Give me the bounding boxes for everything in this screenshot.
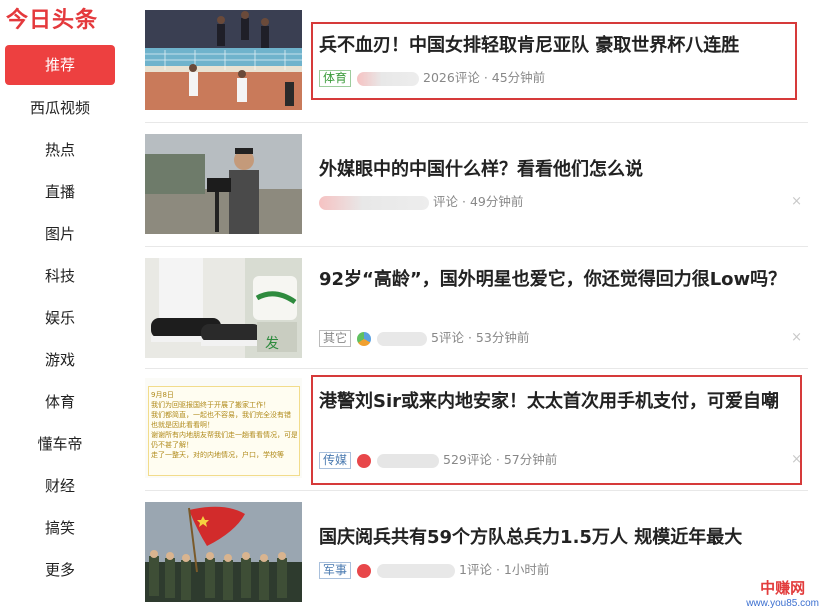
article-title[interactable]: 外媒眼中的中国什么样？看看他们怎么说	[319, 156, 804, 183]
chat-line: 我们为回驱报国终于开展了搬家工作！	[151, 401, 270, 409]
article-meta: 其它 5评论 · 53分钟前	[319, 328, 529, 348]
meta-separator: ·	[462, 194, 466, 209]
chat-line: 走了一整天，对的内地情况，户口，学校等	[151, 451, 284, 459]
article-meta: 评论 · 49分钟前	[319, 192, 523, 212]
article-card[interactable]: 国庆阅兵共有59个方队总兵力1.5万人 规模近年最大 军事 1评论 · 1小时前	[145, 502, 808, 614]
watermark-url: www.you85.com	[746, 598, 819, 609]
chat-screenshot[interactable]: 9月8日 我们为回驱报国终于开展了搬家工作！ 我们都简直，一起也不容易，我们完全…	[145, 378, 302, 478]
comment-count[interactable]: 评论	[433, 194, 458, 209]
app-logo[interactable]: 今日头条	[6, 2, 98, 34]
author-name[interactable]	[377, 331, 428, 346]
article-card[interactable]: 外媒眼中的中国什么样？看看他们怎么说 评论 · 49分钟前 ×	[145, 134, 808, 247]
source-avatar[interactable]	[357, 331, 372, 346]
nav-item-recommend[interactable]: 推荐	[5, 45, 115, 85]
close-icon[interactable]: ×	[791, 194, 802, 209]
site-watermark: 中赚网 www.you85.com	[746, 577, 819, 609]
chat-line: 仍不甚了解！	[151, 441, 193, 449]
nav-item-sports[interactable]: 体育	[5, 381, 115, 423]
nav-item-images[interactable]: 图片	[5, 213, 115, 255]
chat-line: 也就是因此看看啊！	[151, 421, 214, 429]
chat-line: 谢谢所有内地朋友帮我们走一趟看看情况，可是	[151, 431, 297, 439]
meta-separator: ·	[495, 562, 500, 577]
nav-item-live[interactable]: 直播	[5, 171, 115, 213]
author-name[interactable]	[377, 563, 456, 578]
nav-item-funny[interactable]: 搞笑	[5, 507, 115, 549]
source-avatar[interactable]	[357, 563, 372, 578]
camera-man-photo[interactable]	[145, 134, 302, 234]
article-title[interactable]: 92岁“高龄”，国外明星也爱它，你还觉得回力很Low吗？	[319, 266, 804, 293]
shoe-box-mark: 发	[265, 336, 279, 352]
author-avatar[interactable]	[319, 195, 429, 210]
sneakers-photo[interactable]: 发	[145, 258, 302, 358]
comment-count[interactable]: 1评论	[459, 562, 492, 577]
nav-item-entertainment[interactable]: 娱乐	[5, 297, 115, 339]
nav-item-hot[interactable]: 热点	[5, 129, 115, 171]
category-tag[interactable]: 其它	[319, 330, 352, 347]
parade-photo[interactable]	[145, 502, 302, 602]
highlight-box	[311, 375, 802, 485]
volleyball-photo[interactable]	[145, 10, 302, 110]
publish-time: 1小时前	[503, 562, 550, 577]
highlight-box	[311, 22, 797, 100]
nav-item-tech[interactable]: 科技	[5, 255, 115, 297]
article-meta: 军事 1评论 · 1小时前	[319, 560, 549, 580]
comment-count[interactable]: 5评论	[431, 330, 464, 345]
close-icon[interactable]: ×	[791, 330, 802, 345]
nav-item-games[interactable]: 游戏	[5, 339, 115, 381]
chat-date: 9月8日	[151, 391, 174, 399]
nav-item-more[interactable]: 更多	[5, 549, 115, 591]
category-tag[interactable]: 军事	[319, 562, 352, 579]
publish-time: 53分钟前	[475, 330, 530, 345]
nav-item-finance[interactable]: 财经	[5, 465, 115, 507]
watermark-name: 中赚网	[760, 579, 806, 597]
publish-time: 49分钟前	[469, 194, 524, 209]
meta-separator: ·	[467, 330, 472, 345]
chat-line: 我们都简直，一起也不容易，我们完全没有错	[151, 411, 291, 419]
article-title[interactable]: 国庆阅兵共有59个方队总兵力1.5万人 规模近年最大	[319, 524, 804, 551]
nav-item-xigua-video[interactable]: 西瓜视频	[5, 87, 115, 129]
nav-item-dongchedi[interactable]: 懂车帝	[5, 423, 115, 465]
channel-nav: 推荐 西瓜视频 热点 直播 图片 科技 娱乐 游戏 体育 懂车帝 财经 搞笑 更…	[5, 45, 115, 591]
article-card[interactable]: 发 92岁“高龄”，国外明星也爱它，你还觉得回力很Low吗？ 其它 5评论 · 5…	[145, 258, 808, 369]
